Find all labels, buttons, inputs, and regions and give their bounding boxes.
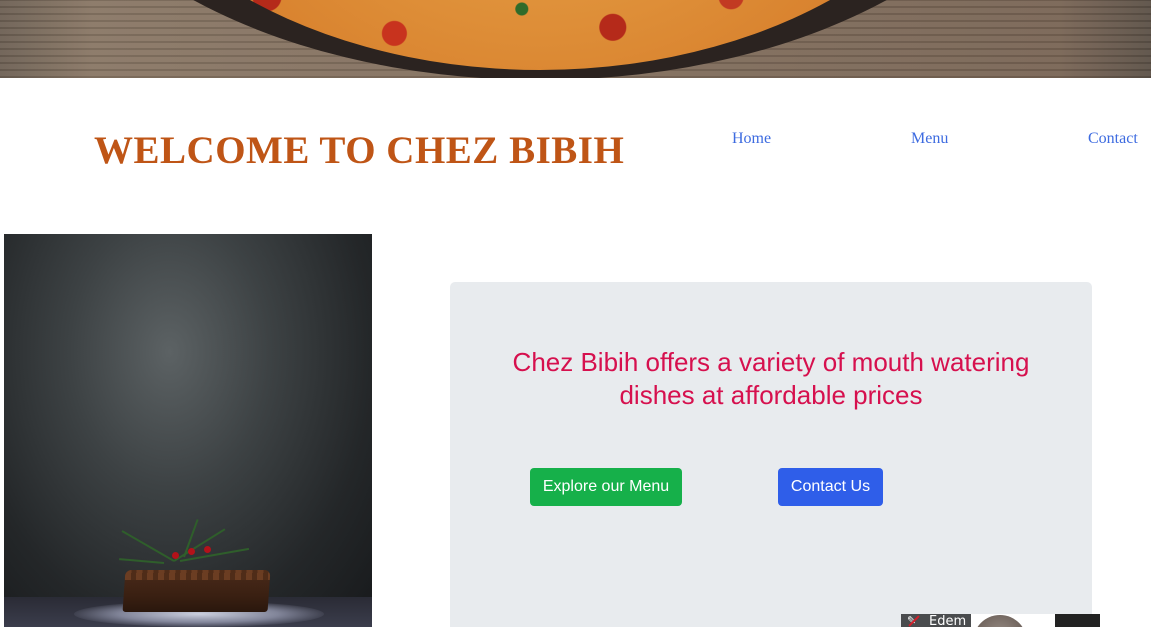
sprig <box>121 530 175 562</box>
intro-card: Chez Bibih offers a variety of mouth wat… <box>450 282 1092 627</box>
sprig <box>119 558 165 564</box>
widget-tag[interactable]: ✎ Edem <box>901 614 971 627</box>
contact-us-button[interactable]: Contact Us <box>778 468 883 506</box>
pencil-icon: ✎ <box>907 614 921 627</box>
nav-home-link[interactable]: Home <box>732 130 771 148</box>
widget-name: Edem <box>929 614 967 627</box>
page-title: WELCOME TO CHEZ BIBIH <box>94 129 625 172</box>
avatar[interactable] <box>971 614 1055 627</box>
widget-panel <box>1055 614 1100 627</box>
berry <box>204 546 211 553</box>
profile-widget[interactable]: ✎ Edem <box>901 614 1100 627</box>
explore-menu-button[interactable]: Explore our Menu <box>530 468 682 506</box>
nav-contact-link[interactable]: Contact <box>1088 130 1138 148</box>
hero-banner <box>0 0 1151 78</box>
tagline: Chez Bibih offers a variety of mouth wat… <box>512 347 1030 410</box>
cake-slice <box>122 570 271 612</box>
nav-menu-link[interactable]: Menu <box>911 130 948 148</box>
berry <box>172 552 179 559</box>
feature-photo <box>4 234 372 627</box>
berry <box>188 548 195 555</box>
